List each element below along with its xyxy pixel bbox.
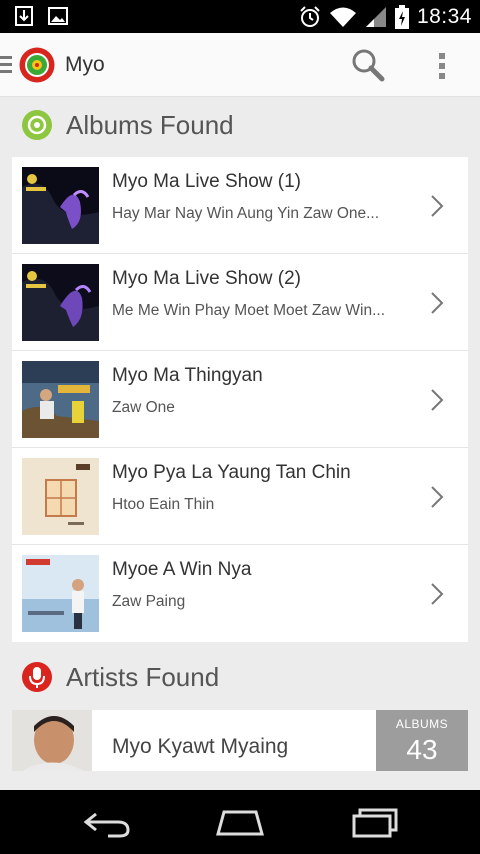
album-artists: Htoo Eain Thin [112, 496, 215, 513]
artists-section-header: Artists Found [0, 650, 480, 708]
album-artists: Zaw Paing [112, 593, 186, 610]
wifi-icon [329, 7, 356, 27]
artist-row[interactable]: Myo Kyawt Myaing ALBUMS 43 [12, 710, 468, 771]
navigation-bar [0, 790, 480, 854]
action-bar: Myo [0, 33, 480, 97]
chevron-right-icon [431, 292, 444, 314]
app-title: Myo [65, 53, 105, 76]
recents-icon[interactable] [350, 804, 402, 840]
overflow-menu-icon[interactable] [432, 47, 452, 83]
app-logo[interactable] [19, 47, 55, 83]
album-artists: Hay Mar Nay Win Aung Yin Zaw One... [112, 205, 380, 222]
album-row[interactable]: Myoe A Win Nya Zaw Paing [12, 545, 468, 642]
album-title: Myo Ma Live Show (1) [112, 171, 302, 192]
album-row[interactable]: Myo Pya La Yaung Tan Chin Htoo Eain Thin [12, 448, 468, 545]
chevron-right-icon [431, 195, 444, 217]
chevron-right-icon [431, 486, 444, 508]
album-cover-image [22, 264, 99, 341]
album-row[interactable]: Myo Ma Thingyan Zaw One [12, 351, 468, 448]
albums-count-badge: ALBUMS 43 [376, 710, 468, 771]
chevron-right-icon [431, 583, 444, 605]
search-icon[interactable] [350, 47, 386, 83]
image-icon [48, 7, 68, 25]
clock: 18:34 [416, 4, 472, 28]
album-artists: Zaw One [112, 399, 175, 416]
album-artists: Me Me Win Phay Moet Moet Zaw Win... [112, 302, 386, 319]
album-cover-image [22, 361, 99, 438]
albums-section-title: Albums Found [66, 110, 234, 140]
album-list: Myo Ma Live Show (1) Hay Mar Nay Win Aun… [12, 157, 468, 642]
artists-section-title: Artists Found [66, 662, 220, 692]
album-row[interactable]: Myo Ma Live Show (1) Hay Mar Nay Win Aun… [12, 157, 468, 254]
album-disc-icon [22, 110, 52, 140]
download-icon [15, 6, 33, 26]
artist-name: Myo Kyawt Myaing [112, 735, 289, 758]
albums-count: 43 [406, 734, 438, 765]
album-cover-image [22, 555, 99, 632]
microphone-icon [22, 662, 52, 692]
battery-charging-icon [394, 4, 409, 29]
album-title: Myo Ma Thingyan [112, 365, 263, 386]
album-row[interactable]: Myo Ma Live Show (2) Me Me Win Phay Moet… [12, 254, 468, 351]
alarm-icon [300, 5, 320, 27]
album-title: Myoe A Win Nya [112, 559, 252, 580]
album-title: Myo Pya La Yaung Tan Chin [112, 462, 351, 483]
back-icon[interactable] [82, 804, 134, 840]
albums-section-header: Albums Found [0, 98, 480, 156]
chevron-right-icon [431, 389, 444, 411]
status-bar: 18:34 [0, 0, 480, 33]
home-icon[interactable] [214, 804, 266, 840]
album-cover-image [22, 458, 99, 535]
albums-label: ALBUMS [395, 717, 449, 731]
signal-icon [365, 6, 386, 27]
album-title: Myo Ma Live Show (2) [112, 268, 302, 289]
artist-photo [12, 710, 92, 771]
drawer-icon[interactable] [0, 55, 12, 75]
album-cover-image [22, 167, 99, 244]
